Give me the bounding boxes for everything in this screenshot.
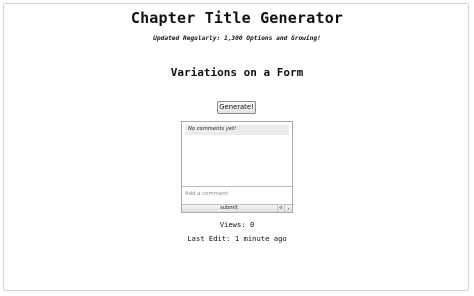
generate-button[interactable]: Generate! [217,101,256,114]
comment-box: No comments yet! Add a comment submit ⚙ … [181,121,293,213]
submit-comment-button[interactable]: submit [182,205,276,212]
page-title: Chapter Title Generator [130,9,344,27]
last-edit: Last Edit: 1 minute ago [187,234,287,243]
generated-chapter-title: Variations on a Form [170,66,304,79]
no-comments-message: No comments yet! [188,126,237,132]
comment-list: No comments yet! [185,125,289,135]
comment-toolbar: submit ⚙ ↕ [182,204,292,212]
views-count: Views: 0 [219,220,255,229]
comment-input[interactable]: Add a comment [182,186,292,204]
up-down-icon[interactable]: ↕ [284,205,292,212]
tagline: Updated Regularly: 1,300 Options and Gro… [153,35,321,42]
comment-input-placeholder: Add a comment [185,191,228,197]
gear-icon[interactable]: ⚙ [277,205,284,212]
